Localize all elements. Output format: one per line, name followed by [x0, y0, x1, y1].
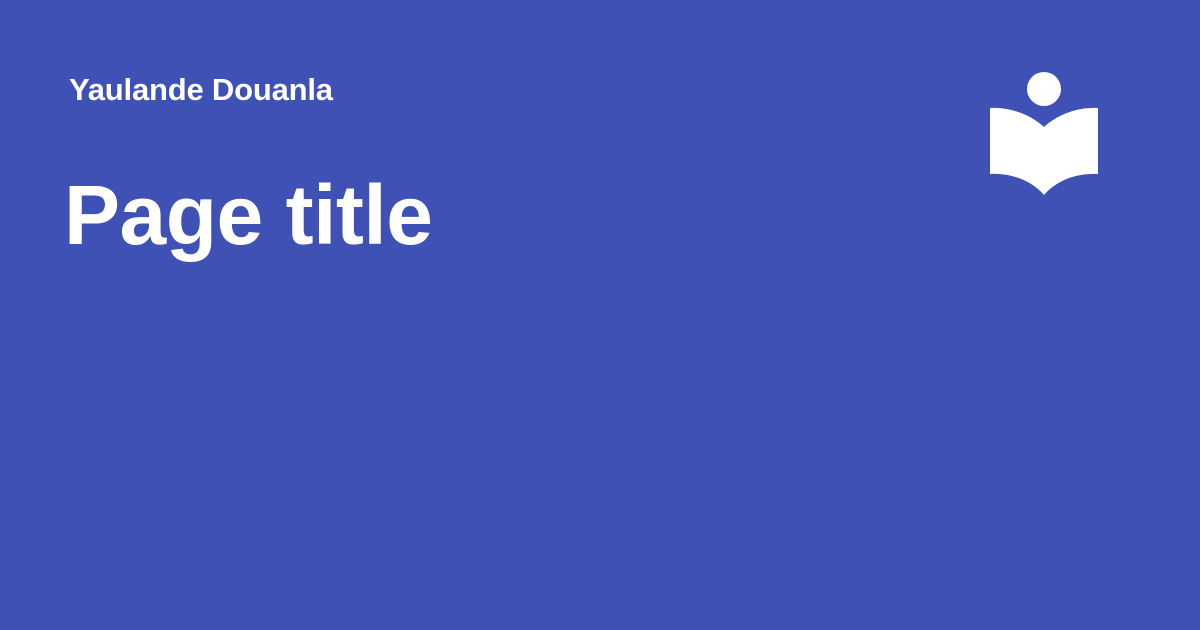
site-name: Yaulande Douanla	[69, 72, 333, 107]
reading-book-icon	[988, 70, 1100, 198]
social-card: Yaulande Douanla Page title	[0, 0, 1200, 630]
page-title: Page title	[64, 168, 433, 262]
